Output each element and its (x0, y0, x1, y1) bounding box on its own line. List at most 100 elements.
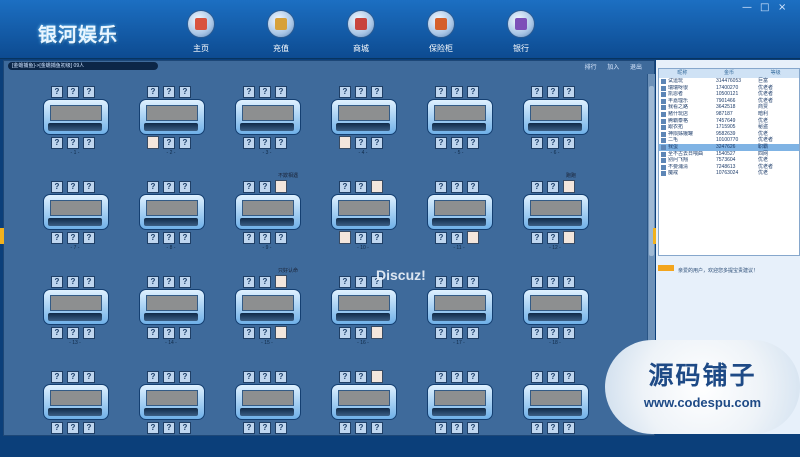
col-level[interactable]: 等级 (752, 69, 799, 78)
player-avatar[interactable] (371, 180, 383, 193)
player-avatar[interactable] (339, 136, 351, 149)
user-row[interactable]: 神陨姊娥罐 9582639 优老 (659, 131, 799, 138)
empty-seat[interactable]: ? (147, 327, 159, 339)
empty-seat[interactable]: ? (259, 137, 271, 149)
join-button[interactable]: 加入 (607, 65, 619, 71)
empty-seat[interactable]: ? (451, 137, 463, 149)
empty-seat[interactable]: ? (563, 327, 575, 339)
empty-seat[interactable]: ? (83, 327, 95, 339)
empty-seat[interactable]: ? (275, 137, 287, 149)
empty-seat[interactable]: ? (163, 276, 175, 288)
empty-seat[interactable]: ? (355, 422, 367, 434)
game-table[interactable]: ?????? (235, 371, 301, 457)
empty-seat[interactable]: ? (179, 86, 191, 98)
user-row[interactable]: 赌什玩店 987187 暗利 (659, 111, 799, 118)
empty-seat[interactable]: ? (147, 232, 159, 244)
empty-seat[interactable]: ? (547, 327, 559, 339)
empty-seat[interactable]: ? (83, 276, 95, 288)
empty-seat[interactable]: ? (179, 232, 191, 244)
empty-seat[interactable]: ? (531, 86, 543, 98)
empty-seat[interactable]: ? (355, 181, 367, 193)
empty-seat[interactable]: ? (147, 181, 159, 193)
user-row[interactable]: 全不古去日喂曲 1540527 四网 (659, 151, 799, 158)
empty-seat[interactable]: ? (67, 86, 79, 98)
empty-seat[interactable]: ? (355, 327, 367, 339)
empty-seat[interactable]: ? (147, 86, 159, 98)
user-row[interactable]: 腾霸泰格 7457649 优老 (659, 118, 799, 125)
game-table[interactable]: ?????? (523, 371, 589, 457)
empty-seat[interactable]: ? (355, 371, 367, 383)
empty-seat[interactable]: ? (51, 422, 63, 434)
col-gold[interactable]: 金币 (706, 69, 753, 78)
game-table[interactable]: ?????? - 7 - (43, 181, 109, 267)
empty-seat[interactable]: ? (371, 86, 383, 98)
game-table[interactable]: ?????? - 14 - (139, 276, 205, 362)
empty-seat[interactable]: ? (163, 422, 175, 434)
empty-seat[interactable]: ? (147, 276, 159, 288)
empty-seat[interactable]: ? (531, 422, 543, 434)
game-table[interactable]: ????? - 2 - (139, 86, 205, 172)
empty-seat[interactable]: ? (547, 276, 559, 288)
empty-seat[interactable]: ? (339, 422, 351, 434)
empty-seat[interactable]: ? (67, 327, 79, 339)
player-avatar[interactable] (371, 326, 383, 339)
nav-safe[interactable]: 保险柜 (417, 10, 465, 54)
empty-seat[interactable]: ? (451, 276, 463, 288)
empty-seat[interactable]: ? (163, 86, 175, 98)
left-collapse-tab[interactable] (0, 228, 4, 244)
empty-seat[interactable]: ? (531, 232, 543, 244)
user-row[interactable]: 我蛋 3247626 职霸 (659, 143, 799, 151)
empty-seat[interactable]: ? (435, 422, 447, 434)
empty-seat[interactable]: ? (467, 137, 479, 149)
empty-seat[interactable]: ? (435, 86, 447, 98)
empty-seat[interactable]: ? (467, 276, 479, 288)
empty-seat[interactable]: ? (547, 232, 559, 244)
empty-seat[interactable]: ? (563, 276, 575, 288)
empty-seat[interactable]: ? (243, 371, 255, 383)
empty-seat[interactable]: ? (243, 86, 255, 98)
close-button[interactable]: × (778, 2, 786, 13)
game-table[interactable]: ????? - 11 - (427, 181, 493, 267)
player-avatar[interactable] (371, 370, 383, 383)
game-table[interactable]: ?????? - 6 - (523, 86, 589, 172)
empty-seat[interactable]: ? (179, 422, 191, 434)
empty-seat[interactable]: ? (563, 137, 575, 149)
empty-seat[interactable]: ? (243, 276, 255, 288)
user-row[interactable]: 别问飞翔 7573604 优老 (659, 157, 799, 164)
rank-button[interactable]: 排行 (585, 65, 597, 71)
empty-seat[interactable]: ? (51, 86, 63, 98)
empty-seat[interactable]: ? (67, 181, 79, 193)
nav-home[interactable]: 主页 (177, 10, 225, 54)
empty-seat[interactable]: ? (435, 232, 447, 244)
game-table[interactable]: ?? 不欺相遇??? - 9 - (235, 173, 301, 267)
empty-seat[interactable]: ? (435, 276, 447, 288)
empty-seat[interactable]: ? (163, 371, 175, 383)
game-table[interactable]: ?????? - 3 - (235, 86, 301, 172)
empty-seat[interactable]: ? (435, 327, 447, 339)
player-avatar[interactable] (147, 136, 159, 149)
empty-seat[interactable]: ? (83, 181, 95, 193)
empty-seat[interactable]: ? (259, 371, 271, 383)
user-row[interactable]: 凯恩者 10500121 优老者 (659, 91, 799, 98)
empty-seat[interactable]: ? (339, 327, 351, 339)
empty-seat[interactable]: ? (67, 422, 79, 434)
user-row[interactable]: 瑞瑞呀很 17400270 优老者 (659, 85, 799, 92)
empty-seat[interactable]: ? (339, 181, 351, 193)
user-row[interactable]: 试运玩 314476053 巨富 (659, 78, 799, 85)
empty-seat[interactable]: ? (83, 86, 95, 98)
nav-wallet[interactable]: 充值 (257, 10, 305, 54)
user-row[interactable]: 不要浦清 7248613 优老者 (659, 164, 799, 171)
empty-seat[interactable]: ? (51, 137, 63, 149)
empty-seat[interactable]: ? (467, 371, 479, 383)
empty-seat[interactable]: ? (243, 327, 255, 339)
empty-seat[interactable]: ? (51, 276, 63, 288)
game-table[interactable]: ?????? (139, 371, 205, 457)
empty-seat[interactable]: ? (179, 327, 191, 339)
empty-seat[interactable]: ? (67, 232, 79, 244)
col-name[interactable]: 昵称 (659, 69, 706, 78)
empty-seat[interactable]: ? (451, 232, 463, 244)
empty-seat[interactable]: ? (451, 422, 463, 434)
game-table[interactable]: ?????? - 8 - (139, 181, 205, 267)
empty-seat[interactable]: ? (275, 422, 287, 434)
empty-seat[interactable]: ? (451, 327, 463, 339)
